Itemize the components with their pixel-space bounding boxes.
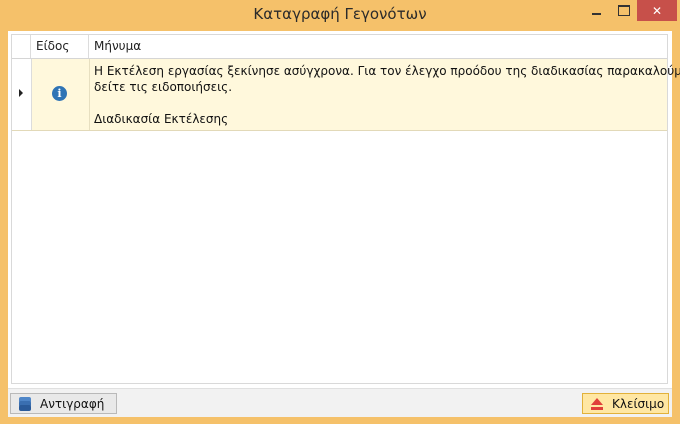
table-row[interactable]: i Η Εκτέλεση εργασίας ξεκίνησε ασύγχρονα… [12,59,680,131]
message-cell: Η Εκτέλεση εργασίας ξεκίνησε ασύγχρονα. … [94,63,680,127]
message-line [94,95,664,111]
title-bar[interactable]: Καταγραφή Γεγονότων ✕ [0,0,680,30]
close-window-button[interactable]: ✕ [637,0,677,21]
window-title: Καταγραφή Γεγονότων [253,5,427,23]
maximize-button[interactable] [610,0,637,21]
minimize-icon [591,12,601,15]
close-icon: ✕ [651,3,663,18]
close-button-label: Κλείσιμο [612,396,665,411]
copy-button-label: Αντιγραφή [40,396,105,411]
message-line: Διαδικασία Εκτέλεσης [94,112,229,126]
layers-icon [16,396,33,412]
copy-button[interactable]: Αντιγραφή [10,393,117,414]
row-arrow-icon [19,89,23,97]
column-header-message[interactable]: Μήνυμα [89,35,667,58]
client-area: Είδος Μήνυμα i Η Εκτέλεση εργασίας ξεκίν… [8,31,680,417]
type-cell: i [31,59,90,130]
info-icon: i [52,86,67,101]
row-indicator [12,59,32,130]
bottom-toolbar: Αντιγραφή Κλείσιμο [8,388,672,417]
event-log-window: Καταγραφή Γεγονότων ✕ Είδος Μήνυμα i Η Ε… [0,0,680,424]
minimize-button[interactable] [582,0,610,21]
maximize-icon [617,5,630,16]
grid-header: Είδος Μήνυμα [12,35,667,59]
eject-icon [588,396,605,412]
row-indicator-header [12,35,31,58]
close-button[interactable]: Κλείσιμο [582,393,669,414]
message-line: δείτε τις ειδοποιήσεις. [94,80,233,94]
message-line: Η Εκτέλεση εργασίας ξεκίνησε ασύγχρονα. … [94,64,680,78]
events-grid[interactable]: Είδος Μήνυμα i Η Εκτέλεση εργασίας ξεκίν… [11,34,680,384]
column-header-type[interactable]: Είδος [31,35,89,58]
